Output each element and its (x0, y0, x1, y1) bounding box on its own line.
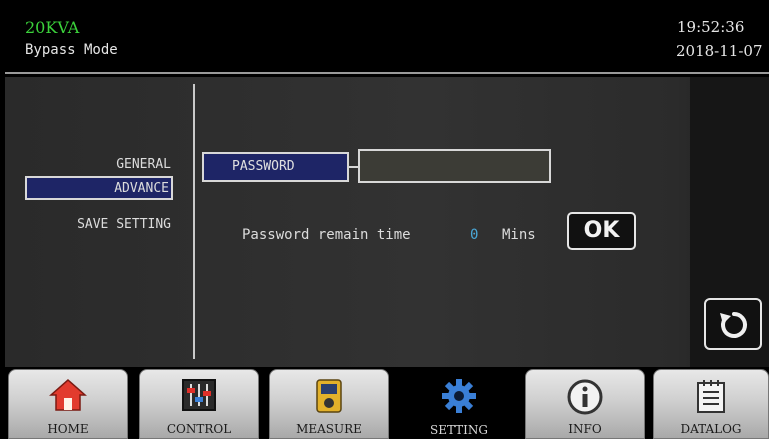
nav-info-label: INFO (568, 422, 602, 436)
menu-item-advance[interactable]: ADVANCE (25, 176, 173, 200)
home-icon (49, 378, 87, 411)
nav-datalog-button[interactable]: DATALOG (653, 369, 769, 439)
nav-measure-label: MEASURE (296, 422, 362, 436)
menu-item-general[interactable]: GENERAL (25, 154, 173, 176)
refresh-back-icon (720, 312, 747, 338)
header-divider (5, 72, 769, 74)
nav-setting-label: SETTING (429, 423, 489, 437)
password-remain-value: 0 (470, 227, 479, 243)
status-header: 20KVA Bypass Mode 19:52:36 2018-11-07 (0, 0, 769, 72)
sliders-icon (182, 379, 216, 411)
meter-icon (316, 379, 342, 413)
nav-setting-button[interactable]: SETTING (399, 369, 519, 439)
menu-divider (193, 84, 195, 359)
info-icon (567, 379, 603, 415)
nav-info-button[interactable]: INFO (525, 369, 645, 439)
clock-time: 19:52:36 (677, 18, 745, 36)
password-input[interactable] (358, 149, 551, 183)
password-label: PASSWORD (202, 152, 349, 182)
nav-home-label: HOME (47, 422, 89, 436)
gear-icon (442, 379, 476, 413)
password-connector (349, 166, 358, 168)
password-remain-label: Password remain time (242, 227, 411, 243)
clock-date: 2018-11-07 (676, 42, 763, 60)
nav-datalog-label: DATALOG (680, 422, 742, 436)
nav-control-button[interactable]: CONTROL (139, 369, 259, 439)
log-icon (697, 380, 725, 413)
nav-measure-button[interactable]: MEASURE (269, 369, 389, 439)
mode-label: Bypass Mode (25, 42, 118, 58)
ok-button[interactable]: OK (567, 212, 636, 250)
nav-home-button[interactable]: HOME (8, 369, 128, 439)
password-remain-unit: Mins (502, 227, 536, 243)
nav-control-label: CONTROL (166, 422, 232, 436)
menu-item-save-setting[interactable]: SAVE SETTING (25, 214, 173, 236)
model-label: 20KVA (25, 18, 80, 37)
back-button[interactable] (704, 298, 762, 350)
